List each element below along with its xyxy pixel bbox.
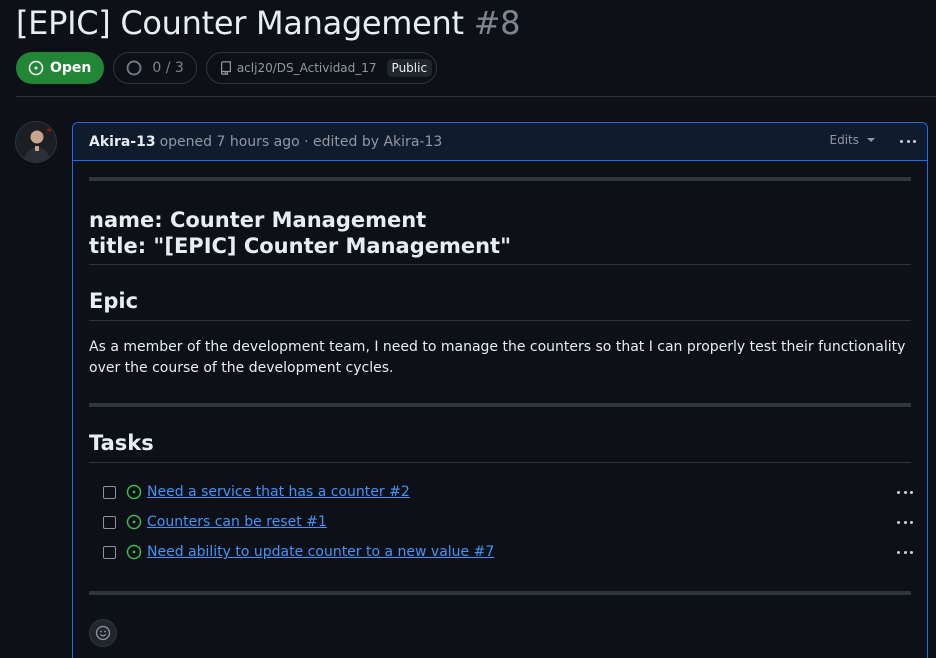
comment-body: name: Counter Management title: "[EPIC] … — [73, 177, 927, 595]
issue-meta-row: Open 0 / 3 aclj20/DS_Actividad_17 Public — [16, 52, 438, 84]
kebab-dot — [900, 139, 903, 143]
comment-header: Akira-13 opened 7 hours ago · edited by … — [73, 123, 927, 161]
horizontal-rule — [89, 591, 911, 595]
issue-opened-icon — [28, 60, 44, 76]
epic-description: As a member of the development team, I n… — [89, 339, 906, 376]
kebab-dot — [897, 550, 900, 554]
kebab-dot — [897, 490, 900, 494]
epic-heading: Epic — [89, 287, 911, 321]
kebab-dot — [910, 520, 913, 524]
progress-text: 0 / 3 — [152, 60, 184, 76]
repo-icon — [220, 61, 231, 75]
edits-label: Edits — [829, 133, 860, 147]
frontmatter-heading: name: Counter Management title: "[EPIC] … — [89, 207, 911, 265]
comment-author[interactable]: Akira-13 — [89, 134, 156, 150]
kebab-dot — [903, 550, 907, 554]
issue-opened-icon — [126, 514, 142, 530]
task-item: Need a service that has a counter #2 — [89, 477, 914, 507]
issue-number: #8 — [473, 4, 521, 42]
state-badge: Open — [16, 52, 105, 84]
task-issue-link[interactable]: Need ability to update counter to a new … — [147, 544, 494, 560]
kebab-dot — [910, 490, 913, 494]
kebab-dot — [897, 520, 900, 524]
state-label: Open — [50, 60, 92, 76]
chevron-down-icon — [867, 138, 875, 142]
task-options-button[interactable] — [896, 513, 914, 531]
task-issue-link[interactable]: Counters can be reset #1 — [147, 514, 327, 530]
user-photo-icon — [16, 122, 56, 162]
repo-link[interactable]: aclj20/DS_Actividad_17 Public — [205, 52, 438, 84]
visibility-badge: Public — [386, 59, 433, 77]
issue-opened-icon — [126, 484, 142, 500]
task-list: Need a service that has a counter #2 Cou… — [89, 477, 914, 567]
task-options-button[interactable] — [896, 483, 914, 501]
comment-options-button[interactable] — [899, 132, 917, 150]
task-checkbox[interactable] — [103, 545, 116, 559]
kebab-dot — [906, 139, 910, 143]
task-checkbox[interactable] — [103, 515, 116, 529]
smiley-icon — [95, 625, 111, 641]
issue-title: [EPIC] Counter Management #8 — [16, 4, 521, 42]
comment-action-text: opened 7 hours ago · edited by Akira-13 — [159, 133, 443, 150]
task-item: Need ability to update counter to a new … — [89, 537, 914, 567]
kebab-dot — [910, 550, 913, 554]
horizontal-rule — [89, 403, 911, 407]
repo-name: aclj20/DS_Actividad_17 — [236, 61, 377, 75]
task-options-button[interactable] — [896, 543, 914, 561]
tasks-heading: Tasks — [89, 429, 911, 463]
issue-opened-icon — [126, 544, 142, 560]
task-checkbox[interactable] — [103, 485, 116, 499]
sub-issues-progress[interactable]: 0 / 3 — [113, 52, 197, 84]
header-divider — [16, 96, 936, 97]
avatar[interactable] — [15, 121, 57, 163]
edits-dropdown[interactable]: Edits — [829, 133, 875, 147]
issue-body-comment: Akira-13 opened 7 hours ago · edited by … — [72, 122, 928, 658]
frontmatter-name: name: Counter Management — [89, 208, 427, 232]
kebab-dot — [913, 139, 916, 143]
task-item: Counters can be reset #1 — [89, 507, 914, 537]
add-reaction-button[interactable] — [89, 619, 117, 647]
issue-title-text: [EPIC] Counter Management — [16, 4, 464, 42]
kebab-dot — [903, 490, 907, 494]
task-issue-link[interactable]: Need a service that has a counter #2 — [147, 484, 410, 500]
frontmatter-title: title: "[EPIC] Counter Management" — [89, 234, 512, 258]
circle-progress-icon — [126, 60, 142, 76]
kebab-dot — [903, 520, 907, 524]
horizontal-rule — [89, 177, 911, 181]
